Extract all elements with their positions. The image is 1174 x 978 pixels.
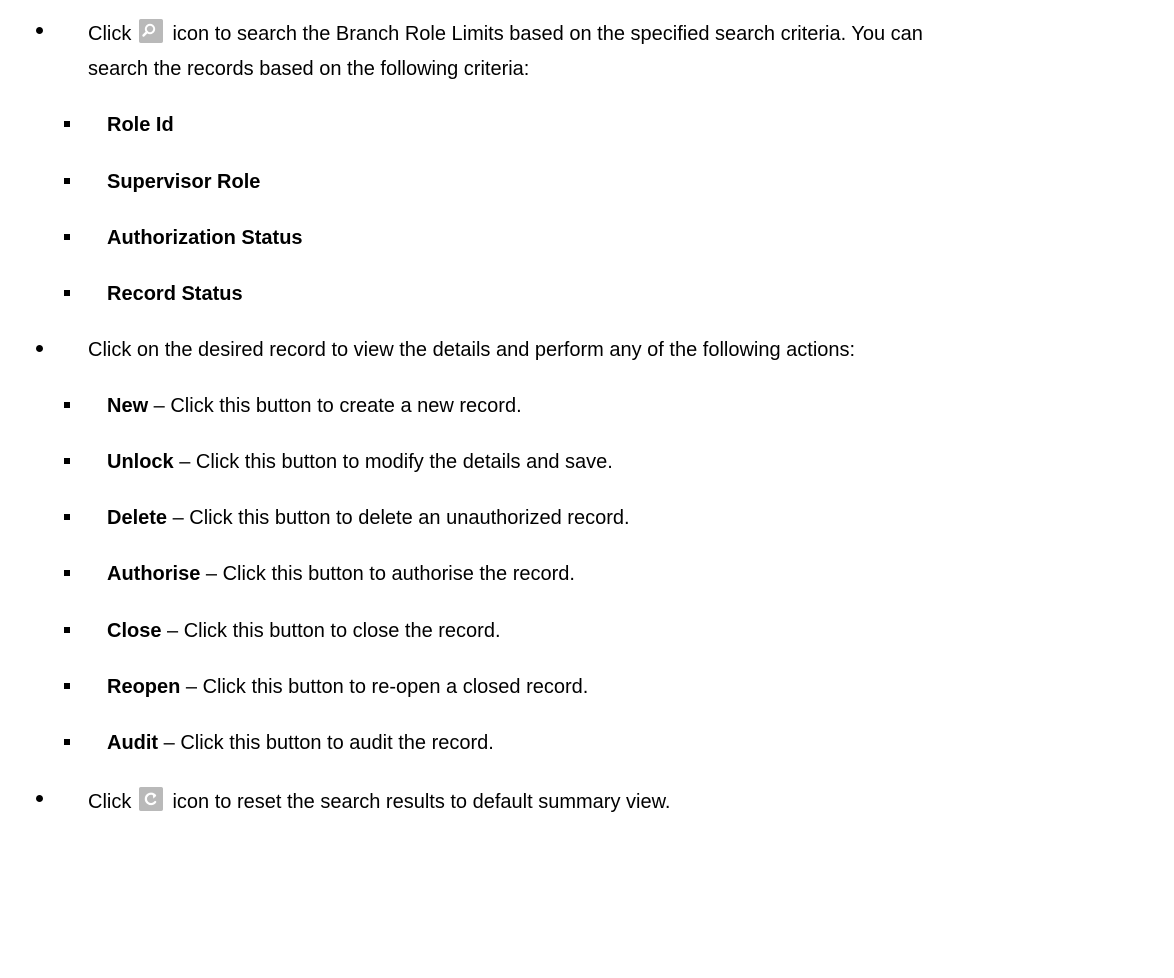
sub-bullet xyxy=(64,570,70,576)
sub-bullet xyxy=(64,739,70,745)
action-term: Close xyxy=(107,620,162,642)
item-text: icon to search the Branch Role Limits ba… xyxy=(172,23,923,45)
sub-bullet xyxy=(64,627,70,633)
sub-bullet xyxy=(64,514,70,520)
list-item: Click on the desired record to view the … xyxy=(88,339,856,361)
action-desc: – Click this button to close the record. xyxy=(161,620,501,642)
criteria-role-id: Role Id xyxy=(107,114,174,136)
action-term: Delete xyxy=(107,507,168,529)
action-desc: – Click this button to delete an unautho… xyxy=(167,507,630,529)
sub-bullet xyxy=(64,178,70,184)
criteria-authorization-status: Authorization Status xyxy=(107,227,303,249)
bullet xyxy=(36,795,43,802)
item-text: Click xyxy=(88,791,132,813)
bullet xyxy=(36,27,43,34)
action-unlock: Unlock – Click this button to modify the… xyxy=(107,450,613,474)
action-term: Reopen xyxy=(107,676,181,698)
action-desc: – Click this button to create a new reco… xyxy=(148,395,522,417)
sub-bullet xyxy=(64,683,70,689)
sub-bullet xyxy=(64,234,70,240)
action-authorise: Authorise – Click this button to authori… xyxy=(107,562,575,586)
action-new: New – Click this button to create a new … xyxy=(107,394,522,418)
list-item: Click icon to reset the search results t… xyxy=(88,787,670,814)
sub-bullet xyxy=(64,290,70,296)
action-reopen: Reopen – Click this button to re-open a … xyxy=(107,675,588,699)
action-close: Close – Click this button to close the r… xyxy=(107,619,501,643)
list-item: Click icon to search the Branch Role Lim… xyxy=(88,19,923,46)
action-desc: – Click this button to authorise the rec… xyxy=(200,563,575,585)
action-audit: Audit – Click this button to audit the r… xyxy=(107,731,494,755)
action-term: New xyxy=(107,395,149,417)
item-text: Click xyxy=(88,23,132,45)
action-desc: – Click this button to modify the detail… xyxy=(173,451,613,473)
item-text: icon to reset the search results to defa… xyxy=(172,791,671,813)
sub-bullet xyxy=(64,121,70,127)
action-delete: Delete – Click this button to delete an … xyxy=(107,506,630,530)
item-continuation: search the records based on the followin… xyxy=(88,58,530,80)
sub-bullet xyxy=(64,402,70,408)
document-page: Click icon to search the Branch Role Lim… xyxy=(0,0,1174,978)
action-term: Authorise xyxy=(107,563,201,585)
criteria-record-status: Record Status xyxy=(107,283,243,305)
bullet xyxy=(36,345,43,352)
sub-bullet xyxy=(64,458,70,464)
reset-icon xyxy=(138,787,163,811)
action-desc: – Click this button to audit the record. xyxy=(158,732,494,754)
criteria-supervisor-role: Supervisor Role xyxy=(107,171,261,193)
action-term: Audit xyxy=(107,732,159,754)
action-term: Unlock xyxy=(107,451,174,473)
action-desc: – Click this button to re-open a closed … xyxy=(180,676,589,698)
search-icon xyxy=(138,19,163,43)
